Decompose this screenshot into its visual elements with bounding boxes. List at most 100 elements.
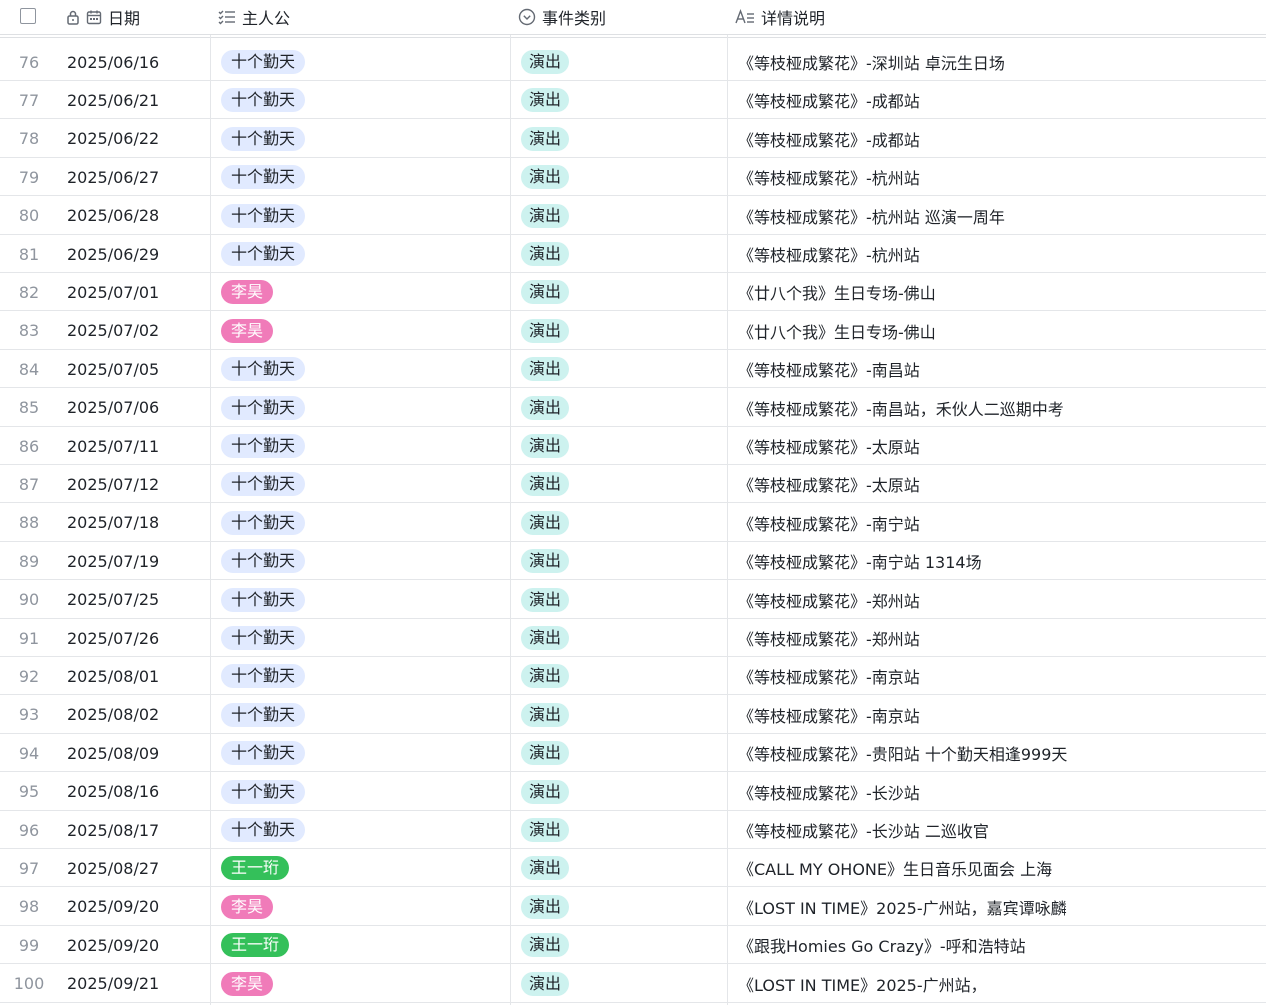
description-cell[interactable]: 《LOST IN TIME》2025-广州站，	[738, 965, 1266, 1003]
description-cell[interactable]: 《跟我Homies Go Crazy》-呼和浩特站	[738, 926, 1266, 964]
host-cell[interactable]: 十个勤天	[221, 81, 506, 119]
type-cell[interactable]: 演出	[521, 542, 721, 580]
type-cell[interactable]: 演出	[521, 81, 721, 119]
host-cell[interactable]: 十个勤天	[221, 734, 506, 772]
table-row[interactable]: 97 2025/08/27 王一珩 演出 《CALL MY OHONE》生日音乐见面会 …	[0, 849, 1266, 888]
date-cell[interactable]: 2025/08/16	[67, 773, 207, 811]
column-header-host[interactable]: 主人公	[218, 0, 290, 34]
type-cell[interactable]: 演出	[521, 811, 721, 849]
description-cell[interactable]: 《廿八个我》生日专场-佛山	[738, 273, 1266, 311]
type-cell[interactable]: 演出	[521, 465, 721, 503]
table-row[interactable]: 82 2025/07/01 李昊 演出 《廿八个我》生日专场-佛山	[0, 273, 1266, 312]
type-cell[interactable]: 演出	[521, 581, 721, 619]
table-row[interactable]: 86 2025/07/11 十个勤天 演出 《等枝桠成繁花》-太原站	[0, 427, 1266, 465]
date-cell[interactable]: 2025/08/27	[67, 849, 207, 887]
table-row[interactable]: 92 2025/08/01 十个勤天 演出 《等枝桠成繁花》-南京站	[0, 657, 1266, 696]
type-cell[interactable]: 演出	[521, 965, 721, 1003]
table-row[interactable]: 98 2025/09/20 李昊 演出 《LOST IN TIME》2025-广州站，嘉…	[0, 888, 1266, 926]
description-cell[interactable]: 《等枝桠成繁花》-杭州站	[738, 235, 1266, 273]
date-cell[interactable]: 2025/07/02	[67, 312, 207, 350]
date-cell[interactable]: 2025/07/19	[67, 542, 207, 580]
host-cell[interactable]: 十个勤天	[221, 120, 506, 158]
table-row[interactable]: 90 2025/07/25 十个勤天 演出 《等枝桠成繁花》-郑州站	[0, 581, 1266, 619]
type-cell[interactable]: 演出	[521, 427, 721, 465]
host-cell[interactable]: 李昊	[221, 888, 506, 926]
host-cell[interactable]: 十个勤天	[221, 427, 506, 465]
table-row[interactable]: 81 2025/06/29 十个勤天 演出 《等枝桠成繁花》-杭州站	[0, 235, 1266, 273]
table-row[interactable]: 94 2025/08/09 十个勤天 演出 《等枝桠成繁花》-贵阳站 十个勤天相逢999…	[0, 734, 1266, 773]
type-cell[interactable]: 演出	[521, 235, 721, 273]
table-row[interactable]: 87 2025/07/12 十个勤天 演出 《等枝桠成繁花》-太原站	[0, 465, 1266, 504]
table-row[interactable]: 99 2025/09/20 王一珩 演出 《跟我Homies Go Crazy》-呼和浩…	[0, 926, 1266, 965]
description-cell[interactable]: 《等枝桠成繁花》-长沙站	[738, 773, 1266, 811]
table-row[interactable]: 76 2025/06/16 十个勤天 演出 《等枝桠成繁花》-深圳站 卓沅生日场	[0, 43, 1266, 81]
type-cell[interactable]: 演出	[521, 773, 721, 811]
description-cell[interactable]: 《等枝桠成繁花》-郑州站	[738, 581, 1266, 619]
date-cell[interactable]: 2025/06/28	[67, 197, 207, 235]
date-cell[interactable]: 2025/06/21	[67, 81, 207, 119]
date-cell[interactable]: 2025/07/26	[67, 619, 207, 657]
table-row[interactable]: 100 2025/09/21 李昊 演出 《LOST IN TIME》2025-广州站，	[0, 965, 1266, 1003]
date-cell[interactable]: 2025/06/27	[67, 158, 207, 196]
description-cell[interactable]: 《等枝桠成繁花》-南京站	[738, 696, 1266, 734]
type-cell[interactable]: 演出	[521, 43, 721, 81]
select-all-checkbox[interactable]	[20, 8, 36, 24]
description-cell[interactable]: 《等枝桠成繁花》-杭州站 巡演一周年	[738, 197, 1266, 235]
host-cell[interactable]: 李昊	[221, 273, 506, 311]
date-cell[interactable]: 2025/07/01	[67, 273, 207, 311]
description-cell[interactable]: 《等枝桠成繁花》-南昌站	[738, 350, 1266, 388]
table-row[interactable]: 84 2025/07/05 十个勤天 演出 《等枝桠成繁花》-南昌站	[0, 350, 1266, 389]
table-row[interactable]: 77 2025/06/21 十个勤天 演出 《等枝桠成繁花》-成都站	[0, 81, 1266, 120]
description-cell[interactable]: 《等枝桠成繁花》-深圳站 卓沅生日场	[738, 43, 1266, 81]
date-cell[interactable]: 2025/09/20	[67, 926, 207, 964]
type-cell[interactable]: 演出	[521, 657, 721, 695]
description-cell[interactable]: 《等枝桠成繁花》-成都站	[738, 81, 1266, 119]
date-cell[interactable]: 2025/09/20	[67, 888, 207, 926]
date-cell[interactable]: 2025/06/29	[67, 235, 207, 273]
description-cell[interactable]: 《等枝桠成繁花》-杭州站	[738, 158, 1266, 196]
host-cell[interactable]: 十个勤天	[221, 504, 506, 542]
host-cell[interactable]: 十个勤天	[221, 811, 506, 849]
description-cell[interactable]: 《廿八个我》生日专场-佛山	[738, 312, 1266, 350]
description-cell[interactable]: 《等枝桠成繁花》-太原站	[738, 427, 1266, 465]
table-row[interactable]: 85 2025/07/06 十个勤天 演出 《等枝桠成繁花》-南昌站，禾伙人二巡期中考	[0, 389, 1266, 427]
type-cell[interactable]: 演出	[521, 312, 721, 350]
description-cell[interactable]: 《等枝桠成繁花》-长沙站 二巡收官	[738, 811, 1266, 849]
table-row[interactable]: 83 2025/07/02 李昊 演出 《廿八个我》生日专场-佛山	[0, 312, 1266, 350]
type-cell[interactable]: 演出	[521, 734, 721, 772]
date-cell[interactable]: 2025/09/21	[67, 965, 207, 1003]
host-cell[interactable]: 十个勤天	[221, 696, 506, 734]
table-row[interactable]: 95 2025/08/16 十个勤天 演出 《等枝桠成繁花》-长沙站	[0, 773, 1266, 811]
type-cell[interactable]: 演出	[521, 849, 721, 887]
date-cell[interactable]: 2025/06/22	[67, 120, 207, 158]
host-cell[interactable]: 十个勤天	[221, 350, 506, 388]
host-cell[interactable]: 李昊	[221, 965, 506, 1003]
description-cell[interactable]: 《等枝桠成繁花》-贵阳站 十个勤天相逢999天	[738, 734, 1266, 772]
description-cell[interactable]: 《等枝桠成繁花》-南宁站	[738, 504, 1266, 542]
host-cell[interactable]: 十个勤天	[221, 657, 506, 695]
date-cell[interactable]: 2025/06/16	[67, 43, 207, 81]
host-cell[interactable]: 十个勤天	[221, 773, 506, 811]
type-cell[interactable]: 演出	[521, 197, 721, 235]
host-cell[interactable]: 十个勤天	[221, 235, 506, 273]
description-cell[interactable]: 《等枝桠成繁花》-南宁站 1314场	[738, 542, 1266, 580]
type-cell[interactable]: 演出	[521, 350, 721, 388]
description-cell[interactable]: 《等枝桠成繁花》-南京站	[738, 657, 1266, 695]
host-cell[interactable]: 十个勤天	[221, 619, 506, 657]
date-cell[interactable]: 2025/07/18	[67, 504, 207, 542]
description-cell[interactable]: 《等枝桠成繁花》-郑州站	[738, 619, 1266, 657]
table-row[interactable]: 96 2025/08/17 十个勤天 演出 《等枝桠成繁花》-长沙站 二巡收官	[0, 811, 1266, 849]
host-cell[interactable]: 十个勤天	[221, 43, 506, 81]
table-row[interactable]: 89 2025/07/19 十个勤天 演出 《等枝桠成繁花》-南宁站 1314场	[0, 542, 1266, 581]
column-header-desc[interactable]: 详情说明	[735, 0, 825, 34]
type-cell[interactable]: 演出	[521, 389, 721, 427]
host-cell[interactable]: 十个勤天	[221, 197, 506, 235]
date-cell[interactable]: 2025/07/05	[67, 350, 207, 388]
date-cell[interactable]: 2025/07/12	[67, 465, 207, 503]
table-row[interactable]: 78 2025/06/22 十个勤天 演出 《等枝桠成繁花》-成都站	[0, 120, 1266, 158]
host-cell[interactable]: 十个勤天	[221, 465, 506, 503]
table-row[interactable]: 93 2025/08/02 十个勤天 演出 《等枝桠成繁花》-南京站	[0, 696, 1266, 734]
date-cell[interactable]: 2025/08/01	[67, 657, 207, 695]
date-cell[interactable]: 2025/08/02	[67, 696, 207, 734]
type-cell[interactable]: 演出	[521, 888, 721, 926]
